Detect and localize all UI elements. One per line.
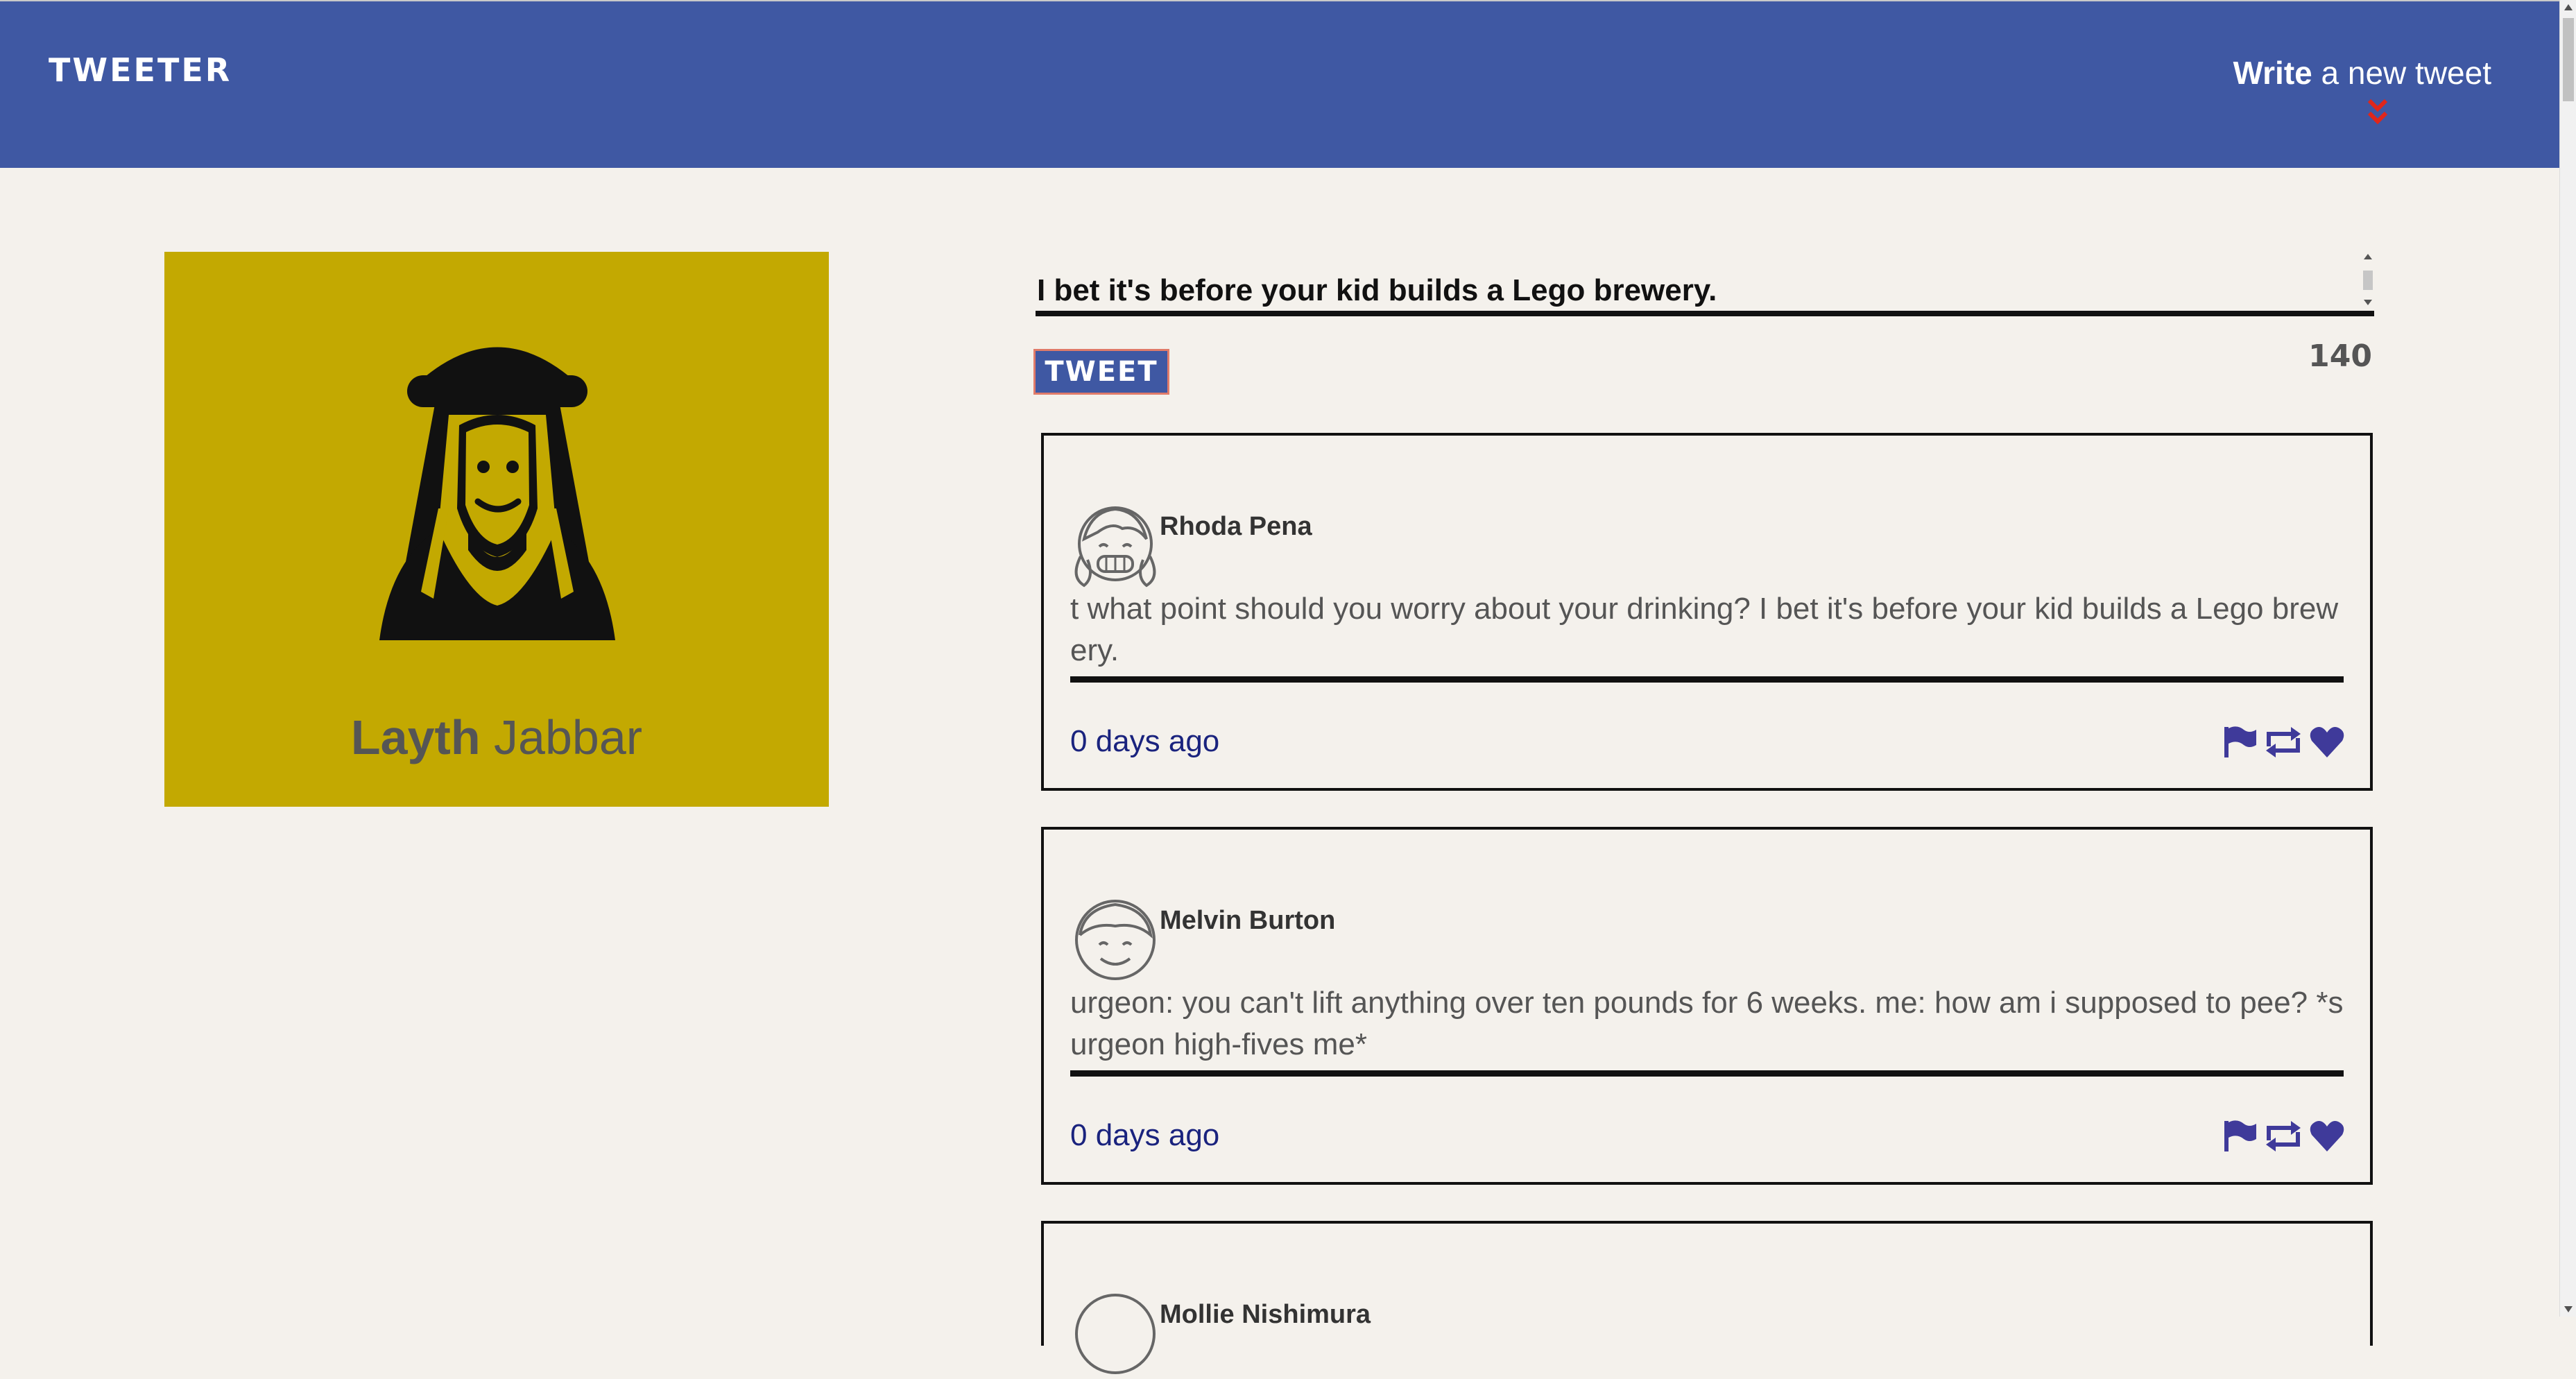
girl-avatar-icon — [1074, 506, 1156, 588]
tweet-button[interactable]: TWEET — [1033, 349, 1169, 395]
double-chevron-down-icon[interactable] — [2367, 96, 2388, 127]
retweet-icon[interactable] — [2263, 726, 2303, 762]
textarea-scroll-down-icon[interactable] — [2364, 300, 2372, 305]
write-new-tweet-toggle[interactable]: Write a new tweet — [2233, 54, 2491, 92]
person-with-headdress-icon — [379, 347, 615, 640]
tweet-timestamp: 0 days ago — [1070, 724, 1220, 758]
avatar-icon — [1075, 1294, 1156, 1374]
tweet-author: Mollie Nishimura — [1160, 1300, 1371, 1329]
boy-avatar-icon — [1075, 900, 1156, 980]
tweet-text-input[interactable]: I bet it's before your kid builds a Lego… — [1036, 250, 2374, 316]
retweet-icon[interactable] — [2263, 1120, 2303, 1156]
tweet-card: Mollie Nishimura — [1041, 1221, 2373, 1374]
scroll-down-icon[interactable] — [2564, 1306, 2573, 1312]
profile-name: Layth Jabbar — [164, 710, 829, 765]
profile-card: Layth Jabbar — [164, 252, 829, 807]
top-nav: TWEETER Write a new tweet — [0, 0, 2559, 168]
tweet-text: urgeon: you can't lift anything over ten… — [1070, 982, 2344, 1077]
compose-toggle-bold: Write — [2233, 55, 2312, 91]
profile-last-name: Jabbar — [494, 710, 643, 764]
textarea-scroll-thumb[interactable] — [2363, 271, 2373, 290]
page-scrollbar[interactable] — [2559, 0, 2576, 1317]
scrollbar-thumb[interactable] — [2563, 18, 2574, 101]
tweet-timestamp: 0 days ago — [1070, 1118, 1220, 1152]
tweet-card: Rhoda Pena t what point should you worry… — [1041, 433, 2373, 791]
heart-icon[interactable] — [2309, 726, 2345, 762]
compose-toggle-rest: a new tweet — [2312, 55, 2492, 91]
brand-logo[interactable]: TWEETER — [49, 51, 232, 89]
tweet-card: Melvin Burton urgeon: you can't lift any… — [1041, 827, 2373, 1185]
flag-icon[interactable] — [2222, 726, 2258, 762]
textarea-scroll-up-icon[interactable] — [2364, 254, 2372, 259]
flag-icon[interactable] — [2222, 1120, 2258, 1156]
tweet-actions — [2222, 1120, 2345, 1156]
tweet-text: t what point should you worry about your… — [1070, 588, 2344, 683]
scroll-up-icon[interactable] — [2564, 4, 2573, 10]
tweet-author: Melvin Burton — [1160, 906, 1336, 935]
heart-icon[interactable] — [2309, 1120, 2345, 1156]
character-counter: 140 — [2308, 339, 2372, 374]
profile-first-name: Layth — [350, 710, 481, 764]
textarea-scrollbar[interactable] — [2361, 254, 2373, 309]
tweet-actions — [2222, 726, 2345, 762]
tweet-author: Rhoda Pena — [1160, 512, 1312, 541]
